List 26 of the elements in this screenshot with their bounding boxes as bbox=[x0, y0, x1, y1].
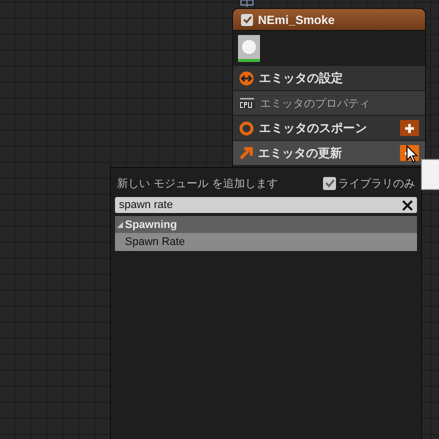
stage-label: エミッタの更新 bbox=[258, 144, 343, 162]
expand-triangle-icon bbox=[117, 222, 123, 228]
clear-icon[interactable] bbox=[402, 200, 413, 210]
ring-icon bbox=[239, 120, 254, 136]
stage-row[interactable]: エミッタの更新 bbox=[233, 141, 425, 165]
stage-row[interactable]: エミッタのプロパティ bbox=[233, 91, 425, 115]
cpu-icon bbox=[239, 97, 255, 109]
stage-label: エミッタのプロパティ bbox=[260, 96, 371, 110]
thumbnail bbox=[238, 34, 260, 62]
stage-row[interactable]: エミッタのスポーン bbox=[233, 116, 425, 140]
stage-row[interactable]: エミッタの設定 bbox=[233, 66, 425, 90]
arrows-icon bbox=[239, 70, 254, 86]
check-icon bbox=[324, 178, 334, 188]
module-item[interactable]: Spawn Rate bbox=[115, 233, 417, 251]
plus-icon bbox=[404, 122, 415, 134]
arrow-icon bbox=[239, 146, 253, 160]
enabled-checkbox[interactable] bbox=[241, 14, 253, 26]
stage-label: エミッタの設定 bbox=[259, 70, 344, 86]
pin-icon bbox=[240, 0, 254, 7]
cursor-icon bbox=[406, 145, 418, 163]
search-field[interactable]: spawn rate bbox=[115, 197, 417, 213]
popup-title: 新しい モジュール を追加します bbox=[117, 176, 278, 190]
category-row[interactable]: Spawning bbox=[115, 216, 417, 233]
stage-label: エミッタのスポーン bbox=[259, 120, 368, 136]
library-only-checkbox[interactable]: ライブラリのみ bbox=[323, 176, 415, 190]
node-title: NEmi_Smoke bbox=[258, 12, 335, 26]
